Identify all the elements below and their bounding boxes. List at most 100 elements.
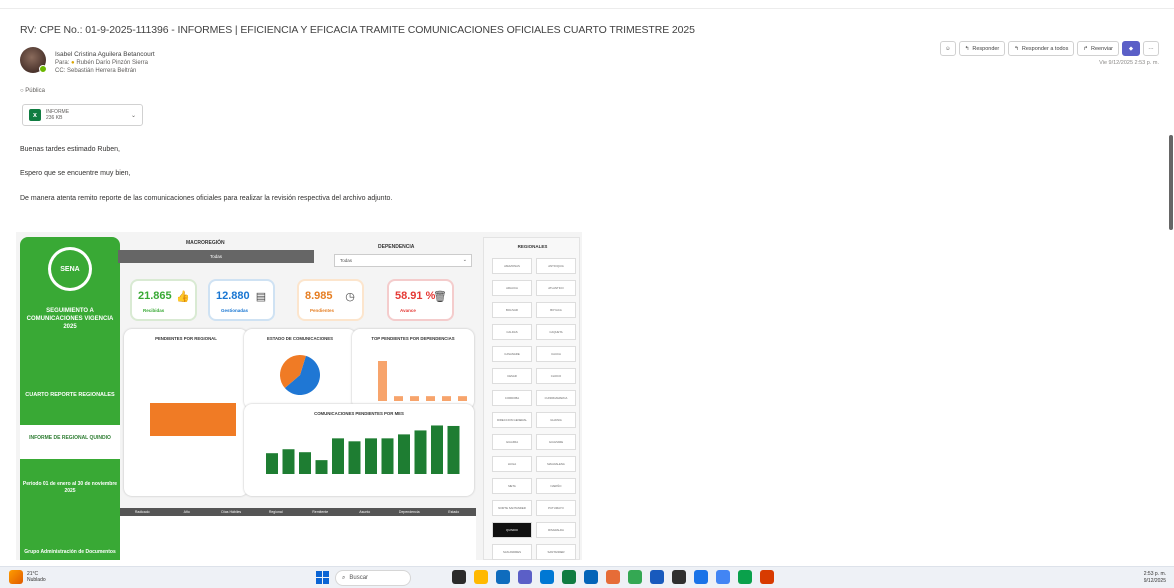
month-bar [398,434,410,474]
sena-logo: SENA [48,247,92,291]
table-header-cell: Año [183,510,190,514]
outlook-reading-pane: RV: CPE No.: 01-9-2025-111396 - INFORMES… [0,0,1174,588]
kpi-gestionadas: 12.880 Gestionadas ▤ [208,279,275,321]
app-icon[interactable] [672,570,686,584]
reply-label: Responder [972,45,1000,52]
app-icon[interactable] [738,570,752,584]
weather-widget[interactable]: 21°C Nublado [9,570,46,584]
clock-time: 2:53 p. m. [1143,571,1166,577]
to-label: Para: [55,60,70,66]
excel-icon[interactable] [562,570,576,584]
kpi-label: Pendientes [310,308,335,313]
top-bar [410,396,419,401]
outlook-icon[interactable] [584,570,598,584]
body-greeting: Buenas tardes estimado Ruben, [20,146,121,153]
pdf-icon[interactable] [760,570,774,584]
recipient-name[interactable]: Rubén Darío Pinzón Sierra [76,60,148,66]
dashboard-title: SEGUIMIENTO A COMUNICACIONES VIGENCIA 20… [26,308,114,330]
dashboard-image: SENA SEGUIMIENTO A COMUNICACIONES VIGENC… [16,232,582,560]
forward-label: Reenviar [1090,45,1113,52]
regional-bar-chart [150,403,236,436]
chevron-down-icon[interactable]: ⌄ [131,112,136,119]
regional-button: QUINDIO [492,522,532,538]
task-view-icon[interactable] [452,570,466,584]
more-actions-button[interactable]: ··· [1143,41,1159,56]
table-header-cell: Días Hábiles [221,510,242,514]
cc-name[interactable]: Sebastián Herrera Beltrán [67,68,136,74]
table-header-cell: Remitente [312,510,329,514]
thumbs-up-icon: 👍 [176,291,190,303]
regional-button: META [492,478,532,494]
regional-button: BOLIVAR [492,302,532,318]
table-header-cell: Radicado [134,510,150,514]
attachment-card[interactable]: x INFORME 236 KB ⌄ [22,104,143,126]
weather-icon [9,570,23,584]
taskbar-search[interactable]: ⌕ Buscar [335,570,411,586]
word-icon[interactable] [650,570,664,584]
panel-pendientes-regional: PENDIENTES POR REGIONAL [124,329,248,496]
windows-start-icon[interactable] [316,571,329,584]
system-clock[interactable]: 2:53 p. m. 9/12/2025 [1144,571,1166,585]
table-header-cell: Estado [448,510,460,514]
month-bar [381,438,394,474]
regional-button: CORDOBA [492,390,532,406]
sensitivity-label[interactable]: ○ Pública [20,88,45,94]
top-bar [458,396,467,401]
cc-label: CC: [55,68,66,74]
body-line-3: De manera atenta remito reporte de las c… [20,195,393,202]
regional-button: NARIÑO [536,478,576,494]
reply-button[interactable]: ↰ Responder [958,41,1006,56]
divider [0,8,1174,9]
excel-file-icon: x [29,109,41,121]
regional-button: SANTANDER [536,544,576,560]
regional-button: CAUCA [536,346,576,362]
reply-all-icon: ↰ [1014,45,1019,52]
macroregion-label: MACROREGIÓN [186,240,225,246]
monthly-bar-chart [266,425,460,474]
reply-all-button[interactable]: ↰ Responder a todos [1008,41,1075,56]
table-header: Radicado Año Días Hábiles Regional Remitente… [120,508,476,516]
active-report: INFORME DE REGIONAL QUINDIO [20,425,120,459]
forward-button[interactable]: ↱ Reenviar [1077,41,1119,56]
regional-button: AMAZONAS [492,258,532,274]
detail-table: Radicado Año Días Hábiles Regional Remitente… [120,508,476,560]
sender-name[interactable]: Isabel Cristina Aguilera Betancourt [55,51,155,58]
edge-icon[interactable] [496,570,510,584]
cc-line: CC: Sebastián Herrera Beltrán [55,68,136,74]
app-icon[interactable] [716,570,730,584]
regional-button: BOYACA [536,302,576,318]
forward-icon: ↱ [1083,45,1088,52]
kpi-label: Avance [400,308,416,313]
regional-button: CHOCO [536,368,576,384]
chrome-icon[interactable] [628,570,642,584]
windows-taskbar: 21°C Nublado ⌕Buscar 2:53 p. m. 9/12/20 [0,566,1174,588]
trash-icon: 🗑 [433,291,447,303]
regional-button: DIRECCION GENERAL [492,412,532,428]
regional-button: CESAR [492,368,532,384]
panel-pendientes-mes: COMUNICACIONES PENDIENTES POR MES [244,404,474,496]
table-header-cell: Dependencia [398,510,420,514]
report-period: Periodo 01 de enero al 30 de noviembre 2… [22,481,118,494]
emoji-reaction-button[interactable]: ☺ [939,41,956,56]
powerpoint-icon[interactable] [606,570,620,584]
file-explorer-icon[interactable] [474,570,488,584]
month-bar [447,425,460,474]
teams-button[interactable]: ◆ [1122,41,1140,56]
top-bar [394,396,403,401]
dependencia-value: Todas [340,258,353,263]
top-bar-chart [378,361,467,401]
store-icon[interactable] [540,570,554,584]
weather-desc: Nublado [27,577,46,583]
teams-icon[interactable] [518,570,532,584]
regional-button: GUAVIARE [536,434,576,450]
kpi-value: 58.91 % [395,290,436,302]
estado-pie-chart [280,355,320,395]
teams-icon: ◆ [1128,45,1134,52]
reply-icon: ↰ [964,45,970,52]
search-placeholder: Buscar [349,575,369,581]
app-icon[interactable] [694,570,708,584]
scrollbar-thumb[interactable] [1169,135,1173,230]
regional-bar [150,403,236,436]
dependencia-filter: Todas ⌄ [334,254,472,267]
attachment-size: 236 KB [46,115,63,121]
